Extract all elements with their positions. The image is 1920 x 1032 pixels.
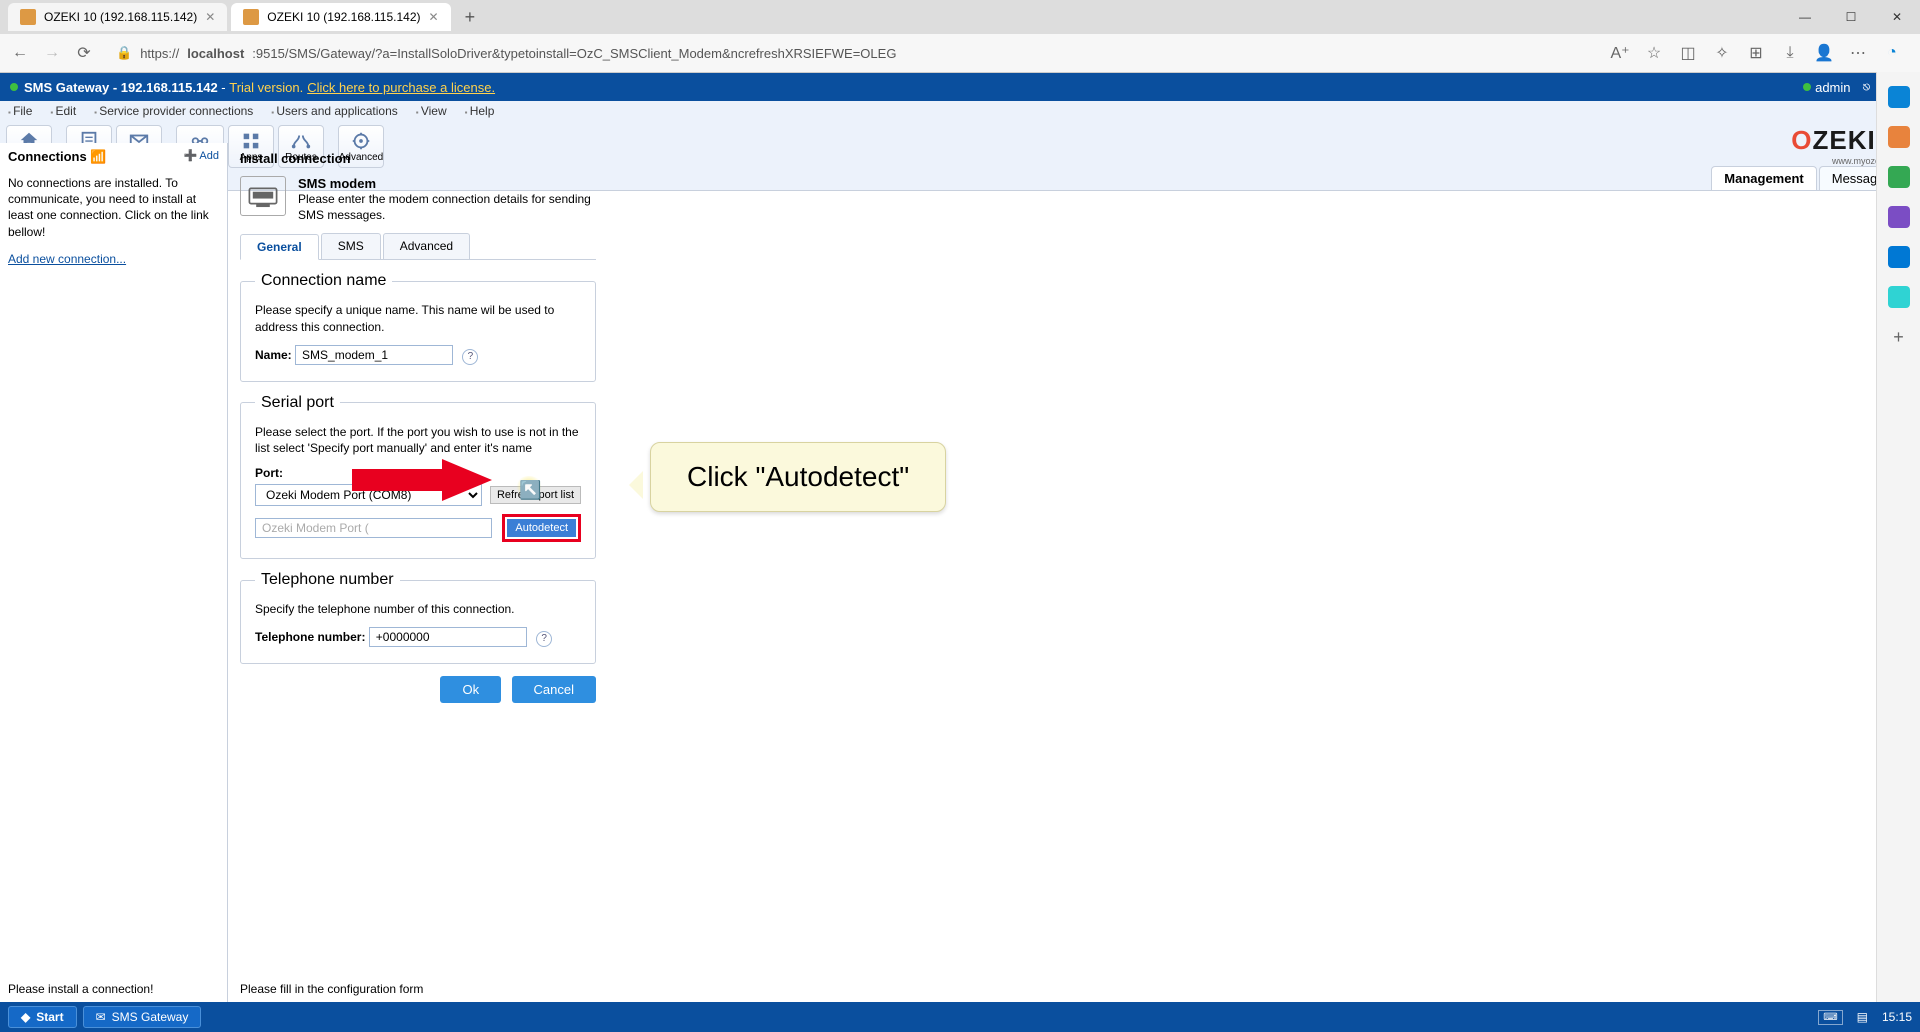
url-rest: :9515/SMS/Gateway/?a=InstallSoloDriver&t… <box>252 46 896 61</box>
window-maximize-icon[interactable]: ☐ <box>1828 0 1874 34</box>
window-close-icon[interactable]: ✕ <box>1874 0 1920 34</box>
connections-empty-text: No connections are installed. To communi… <box>8 175 219 240</box>
app-title: SMS Gateway - 192.168.115.142 <box>24 80 218 95</box>
menu-users[interactable]: Users and applications <box>271 104 397 118</box>
new-tab-button[interactable]: + <box>455 7 486 28</box>
autodetect-button[interactable]: Autodetect <box>507 519 576 537</box>
legend-connection-name: Connection name <box>255 272 392 290</box>
conn-name-desc: Please specify a unique name. This name … <box>255 302 581 334</box>
menu-icon[interactable]: ⋯ <box>1848 43 1868 63</box>
favicon-icon <box>20 9 36 25</box>
fieldset-serial-port: Serial port Please select the port. If t… <box>240 394 596 559</box>
url-prefix: https:// <box>140 46 179 61</box>
address-bar[interactable]: 🔒 https:// localhost :9515/SMS/Gateway/?a=… <box>106 39 1598 67</box>
forward-button: → <box>42 43 62 63</box>
left-status-text: Please install a connection! <box>8 982 153 996</box>
help-icon[interactable]: ? <box>536 631 552 647</box>
serial-desc: Please select the port. If the port you … <box>255 424 581 456</box>
connections-icon: 📶 <box>90 149 106 164</box>
split-icon[interactable]: ◫ <box>1678 43 1698 63</box>
help-icon[interactable]: ? <box>462 349 478 365</box>
modem-icon <box>240 176 286 216</box>
sidebar-shopping-icon[interactable] <box>1888 126 1910 148</box>
connections-title: Connections <box>8 149 87 164</box>
status-dot-icon <box>10 83 18 91</box>
extensions-icon[interactable]: ⊞ <box>1746 43 1766 63</box>
favicon-icon <box>243 9 259 25</box>
download-icon[interactable]: ⤓ <box>1780 43 1800 63</box>
tab-sms[interactable]: SMS <box>321 233 381 259</box>
center-status-text: Please fill in the configuration form <box>240 982 423 996</box>
copilot-icon[interactable]: ◔ <box>1882 43 1902 63</box>
autodetect-highlight: Autodetect <box>502 514 581 542</box>
sidebar-tools-icon[interactable] <box>1888 166 1910 188</box>
back-button[interactable]: ← <box>10 43 30 63</box>
tel-desc: Specify the telephone number of this con… <box>255 601 581 617</box>
reader-icon[interactable]: A⁺ <box>1610 43 1630 63</box>
app-logout-icon[interactable]: ⎋ <box>1863 80 1871 95</box>
tab-general[interactable]: General <box>240 234 319 260</box>
sidebar-search-icon[interactable] <box>1888 86 1910 108</box>
taskbar-app-button[interactable]: ✉ SMS Gateway <box>83 1006 202 1028</box>
refresh-port-button[interactable]: Refresh port list <box>490 486 581 504</box>
app-label: SMS Gateway <box>112 1010 189 1024</box>
ok-button[interactable]: Ok <box>440 676 501 703</box>
tab-close-icon[interactable]: ✕ <box>205 10 215 24</box>
menu-bar: File Edit Service provider connections U… <box>0 101 1920 121</box>
start-button[interactable]: ◆ Start <box>8 1006 77 1028</box>
modem-title: SMS modem <box>298 176 598 191</box>
menu-help[interactable]: Help <box>465 104 495 118</box>
add-connection-link[interactable]: Add <box>184 149 219 162</box>
menu-edit[interactable]: Edit <box>50 104 76 118</box>
browser-tab-1[interactable]: OZEKI 10 (192.168.115.142) ✕ <box>8 3 227 31</box>
name-label: Name: <box>255 348 292 362</box>
app-icon: ✉ <box>96 1010 106 1024</box>
purchase-link[interactable]: Click here to purchase a license. <box>307 80 495 95</box>
start-icon: ◆ <box>21 1010 30 1024</box>
cancel-button[interactable]: Cancel <box>512 676 596 703</box>
browser-tab-2[interactable]: OZEKI 10 (192.168.115.142) ✕ <box>231 3 450 31</box>
menu-file[interactable]: File <box>8 104 32 118</box>
favorite-icon[interactable]: ☆ <box>1644 43 1664 63</box>
tel-input[interactable] <box>369 627 527 647</box>
lock-icon: 🔒 <box>116 45 132 61</box>
sidebar-games-icon[interactable] <box>1888 206 1910 228</box>
user-label[interactable]: admin <box>1815 80 1850 95</box>
detected-port-input <box>255 518 492 538</box>
port-label: Port: <box>255 466 283 480</box>
name-input[interactable] <box>295 345 453 365</box>
port-select[interactable]: Ozeki Modem Port (COM8) <box>255 484 482 506</box>
refresh-button[interactable]: ⟳ <box>74 43 94 63</box>
annotation-tooltip: Click "Autodetect" <box>650 442 946 512</box>
window-minimize-icon[interactable]: — <box>1782 0 1828 34</box>
user-status-icon <box>1803 83 1811 91</box>
sidebar-add-icon[interactable]: + <box>1888 326 1910 348</box>
tab-title: OZEKI 10 (192.168.115.142) <box>44 10 197 24</box>
menu-view[interactable]: View <box>416 104 447 118</box>
tab-title: OZEKI 10 (192.168.115.142) <box>267 10 420 24</box>
collections-icon[interactable]: ✧ <box>1712 43 1732 63</box>
fieldset-connection-name: Connection name Please specify a unique … <box>240 272 596 381</box>
tab-advanced[interactable]: Advanced <box>383 233 470 259</box>
modem-description: Please enter the modem connection detail… <box>298 191 598 223</box>
tel-label: Telephone number: <box>255 630 365 644</box>
add-new-connection-link[interactable]: Add new connection... <box>8 252 126 266</box>
clock: 15:15 <box>1882 1010 1912 1024</box>
edge-sidebar: + <box>1876 72 1920 1002</box>
page-title: Install connection <box>240 151 1864 166</box>
menu-service-providers[interactable]: Service provider connections <box>94 104 253 118</box>
url-host: localhost <box>187 46 244 61</box>
tab-close-icon[interactable]: ✕ <box>429 10 439 24</box>
legend-telephone: Telephone number <box>255 571 400 589</box>
fieldset-telephone: Telephone number Specify the telephone n… <box>240 571 596 664</box>
start-label: Start <box>36 1010 63 1024</box>
keyboard-icon[interactable]: ⌨ <box>1818 1010 1842 1025</box>
sidebar-outlook-icon[interactable] <box>1888 246 1910 268</box>
tray-expand-icon[interactable]: ▤ <box>1857 1010 1868 1024</box>
trial-label: Trial version. <box>229 80 303 95</box>
sidebar-drop-icon[interactable] <box>1888 286 1910 308</box>
legend-serial-port: Serial port <box>255 394 340 412</box>
profile-icon[interactable]: 👤 <box>1814 43 1834 63</box>
